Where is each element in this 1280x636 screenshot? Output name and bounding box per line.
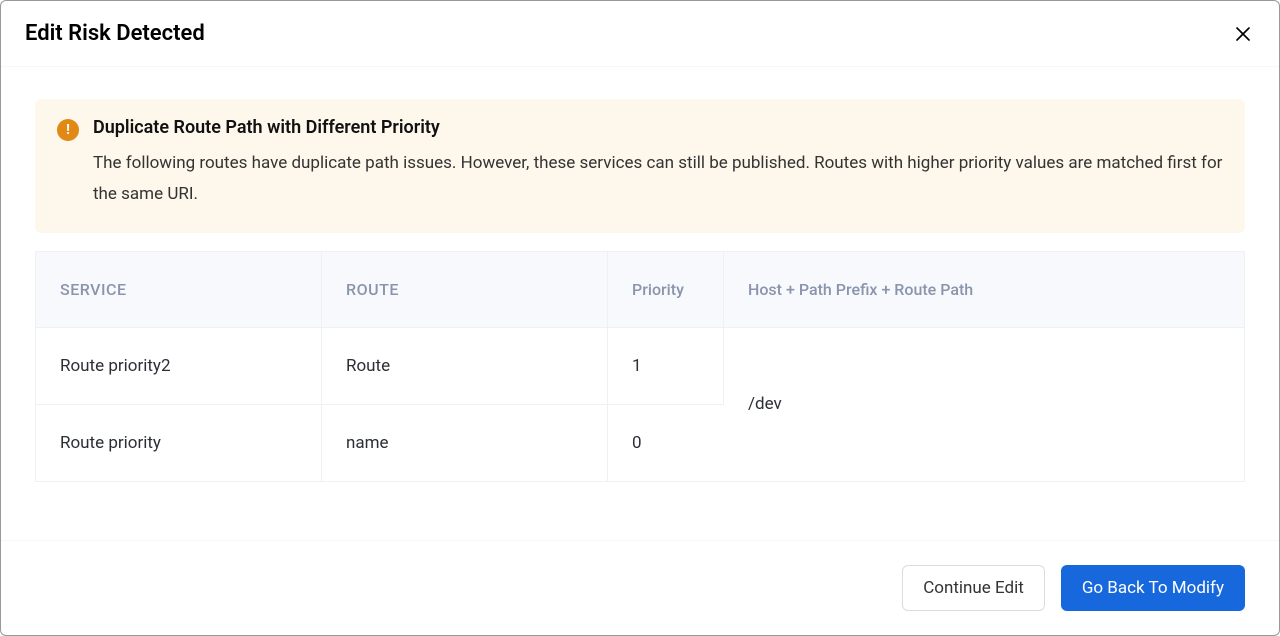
modal-footer: Continue Edit Go Back To Modify <box>1 540 1279 635</box>
alert-description: The following routes have duplicate path… <box>93 148 1223 211</box>
col-hostpath: Host + Path Prefix + Route Path <box>724 251 1245 327</box>
col-priority: Priority <box>608 251 724 327</box>
cell-service: Route priority <box>36 404 322 481</box>
cell-service: Route priority2 <box>36 327 322 404</box>
modal-body: ! Duplicate Route Path with Different Pr… <box>1 67 1279 540</box>
cell-priority: 1 <box>608 327 724 404</box>
alert-title: Duplicate Route Path with Different Prio… <box>93 117 1223 138</box>
risk-modal: Edit Risk Detected ! Duplicate Route Pat… <box>0 0 1280 636</box>
close-icon <box>1234 25 1252 43</box>
alert-content: Duplicate Route Path with Different Prio… <box>93 117 1223 211</box>
cell-route: name <box>322 404 608 481</box>
modal-header: Edit Risk Detected <box>1 1 1279 67</box>
col-route: ROUTE <box>322 251 608 327</box>
col-service: SERVICE <box>36 251 322 327</box>
modal-title: Edit Risk Detected <box>25 21 205 46</box>
table-row: Route priority2 Route 1 /dev <box>36 327 1245 404</box>
warning-icon: ! <box>57 119 79 141</box>
table-header-row: SERVICE ROUTE Priority Host + Path Prefi… <box>36 251 1245 327</box>
cell-priority: 0 <box>608 404 724 481</box>
warning-alert: ! Duplicate Route Path with Different Pr… <box>35 99 1245 233</box>
continue-edit-button[interactable]: Continue Edit <box>902 565 1045 611</box>
cell-hostpath: /dev <box>724 327 1245 481</box>
routes-table: SERVICE ROUTE Priority Host + Path Prefi… <box>35 251 1245 482</box>
go-back-modify-button[interactable]: Go Back To Modify <box>1061 565 1245 611</box>
cell-route: Route <box>322 327 608 404</box>
close-button[interactable] <box>1231 22 1255 46</box>
